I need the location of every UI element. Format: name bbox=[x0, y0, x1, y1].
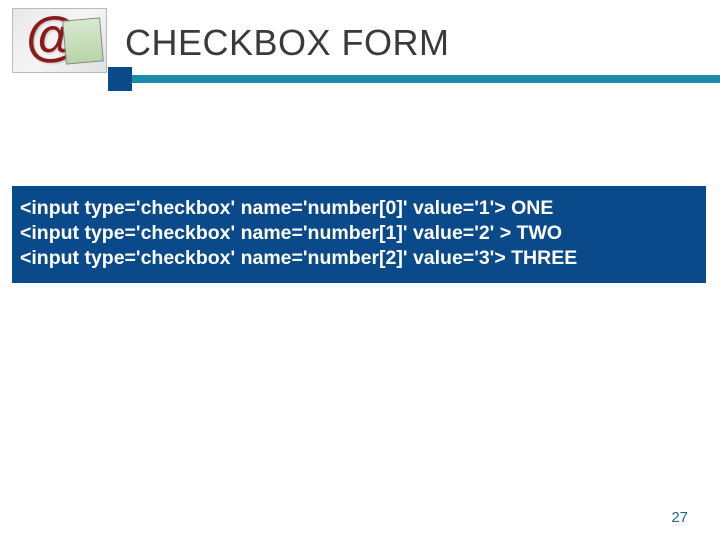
code-line-1: <input type='checkbox' name='number[0]' … bbox=[20, 196, 698, 221]
title-underline bbox=[113, 75, 720, 83]
code-block: <input type='checkbox' name='number[0]' … bbox=[12, 186, 706, 283]
page-number: 27 bbox=[671, 509, 688, 526]
money-icon bbox=[62, 17, 104, 64]
code-line-2: <input type='checkbox' name='number[1]' … bbox=[20, 221, 698, 246]
code-line-3: <input type='checkbox' name='number[2]' … bbox=[20, 246, 698, 271]
logo-icon: @ bbox=[12, 8, 107, 73]
slide-header: @ CHECKBOX FORM bbox=[0, 0, 720, 90]
title-accent-square bbox=[108, 67, 132, 91]
slide-title: CHECKBOX FORM bbox=[125, 22, 450, 64]
